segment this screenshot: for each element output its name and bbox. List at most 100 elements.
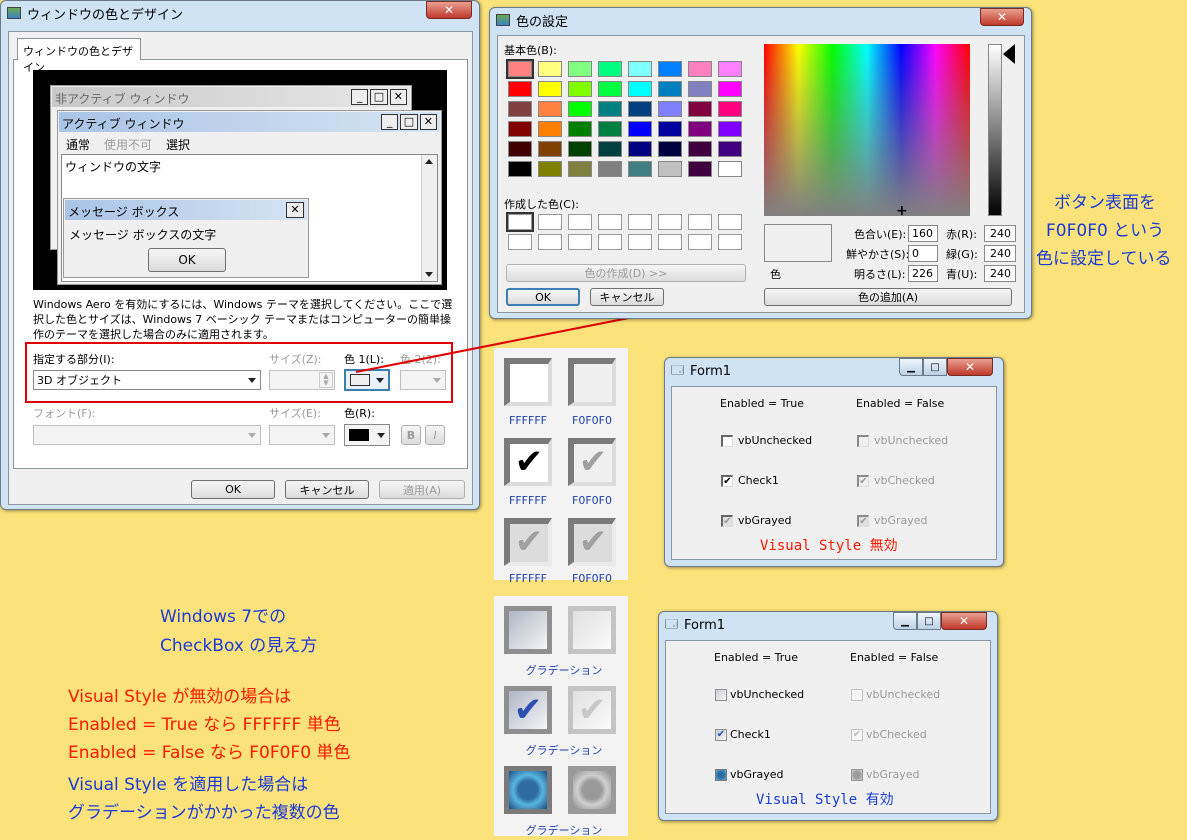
custom-color-swatch[interactable] [508,234,532,250]
minimize-button[interactable]: ▁ [899,358,923,376]
checkbox-zoom-gradient-empty [504,606,552,654]
basic-color-swatch[interactable] [508,81,532,97]
checkbox-unchecked[interactable] [721,435,733,447]
custom-color-swatch[interactable] [598,214,622,230]
basic-color-swatch[interactable] [658,101,682,117]
titlebar[interactable]: 色の設定 [490,8,1031,32]
basic-color-swatch[interactable] [718,101,742,117]
basic-color-swatch[interactable] [658,81,682,97]
basic-color-swatch[interactable] [688,161,712,177]
basic-color-swatch[interactable] [508,101,532,117]
checkbox-unchecked-disabled[interactable] [857,435,869,447]
basic-color-swatch[interactable] [538,61,562,77]
checkbox-grayed[interactable]: ✔ [721,515,733,527]
cancel-button[interactable]: キャンセル [590,288,664,306]
basic-color-swatch[interactable] [568,61,592,77]
luminance-pointer-icon[interactable] [1003,44,1015,64]
define-colors-button[interactable]: 色の作成(D) >> [506,264,746,282]
basic-color-swatch[interactable] [538,161,562,177]
basic-color-swatch[interactable] [628,161,652,177]
luminance-slider[interactable] [988,44,1002,216]
tab-window-color[interactable]: ウィンドウの色とデザイン [17,38,141,74]
basic-color-swatch[interactable] [598,101,622,117]
basic-color-swatch[interactable] [538,141,562,157]
basic-color-swatch[interactable] [568,81,592,97]
basic-color-swatch[interactable] [598,81,622,97]
checkbox-checked[interactable]: ✔ [721,475,733,487]
basic-color-swatch[interactable] [568,161,592,177]
custom-color-swatch[interactable] [658,234,682,250]
basic-color-swatch[interactable] [658,141,682,157]
basic-color-swatch[interactable] [658,121,682,137]
basic-color-swatch[interactable] [688,61,712,77]
blue-input[interactable]: 240 [984,265,1016,282]
custom-color-swatch[interactable] [506,212,534,232]
color-spectrum[interactable]: + [764,44,970,218]
checkbox-unchecked[interactable] [715,689,727,701]
basic-color-swatch[interactable] [628,81,652,97]
box-caption: グラデーション [525,664,603,677]
custom-color-swatch[interactable] [718,214,742,230]
basic-color-swatch[interactable] [598,61,622,77]
basic-color-swatch[interactable] [508,121,532,137]
checkbox-checked[interactable]: ✔ [715,729,727,741]
basic-color-swatch[interactable] [628,61,652,77]
custom-color-swatch[interactable] [658,214,682,230]
custom-color-swatch[interactable] [628,214,652,230]
custom-color-swatch[interactable] [538,234,562,250]
custom-color-swatch[interactable] [628,234,652,250]
custom-color-swatch[interactable] [718,234,742,250]
basic-color-swatch[interactable] [718,81,742,97]
custom-color-swatch[interactable] [688,214,712,230]
basic-color-swatch[interactable] [718,141,742,157]
basic-color-swatch[interactable] [718,61,742,77]
checkbox-grayed-disabled[interactable]: ✔ [857,515,869,527]
basic-color-swatch[interactable] [718,161,742,177]
close-button[interactable]: ✕ [980,8,1024,26]
basic-color-swatch[interactable] [688,141,712,157]
close-button[interactable]: ✕ [947,358,993,376]
ok-button[interactable]: OK [506,288,580,306]
custom-color-swatch[interactable] [538,214,562,230]
basic-color-swatch[interactable] [538,101,562,117]
basic-color-swatch[interactable] [628,121,652,137]
basic-color-swatch[interactable] [568,101,592,117]
basic-color-swatch[interactable] [538,121,562,137]
basic-color-swatch[interactable] [658,61,682,77]
basic-color-swatch[interactable] [598,121,622,137]
basic-color-swatch[interactable] [538,81,562,97]
checkbox-grayed[interactable] [715,769,727,781]
close-button[interactable]: ✕ [941,612,987,630]
basic-color-swatch[interactable] [628,141,652,157]
custom-color-swatch[interactable] [568,234,592,250]
checkbox-checked-disabled[interactable]: ✔ [851,729,863,741]
maximize-button[interactable]: □ [917,612,941,630]
basic-color-swatch[interactable] [688,81,712,97]
custom-color-swatch[interactable] [568,214,592,230]
basic-color-swatch[interactable] [506,59,534,79]
basic-color-swatch[interactable] [688,121,712,137]
add-color-button[interactable]: 色の追加(A) [764,288,1012,306]
basic-color-swatch[interactable] [568,121,592,137]
basic-color-swatch[interactable] [628,101,652,117]
checkbox-grayed-disabled[interactable] [851,769,863,781]
custom-color-swatch[interactable] [688,234,712,250]
basic-color-swatch[interactable] [688,101,712,117]
basic-color-swatch[interactable] [568,141,592,157]
hue-input[interactable]: 160 [908,225,938,242]
basic-color-swatch[interactable] [658,161,682,177]
lum-input[interactable]: 226 [908,265,938,282]
green-input[interactable]: 240 [984,245,1016,262]
basic-color-swatch[interactable] [598,161,622,177]
checkbox-unchecked-disabled[interactable] [851,689,863,701]
basic-color-swatch[interactable] [508,161,532,177]
custom-color-swatch[interactable] [598,234,622,250]
minimize-button[interactable]: ▁ [893,612,917,630]
basic-color-swatch[interactable] [598,141,622,157]
basic-color-swatch[interactable] [508,141,532,157]
checkbox-checked-disabled[interactable]: ✔ [857,475,869,487]
sat-input[interactable]: 0 [908,245,938,262]
maximize-button[interactable]: □ [923,358,947,376]
red-input[interactable]: 240 [984,225,1016,242]
basic-color-swatch[interactable] [718,121,742,137]
